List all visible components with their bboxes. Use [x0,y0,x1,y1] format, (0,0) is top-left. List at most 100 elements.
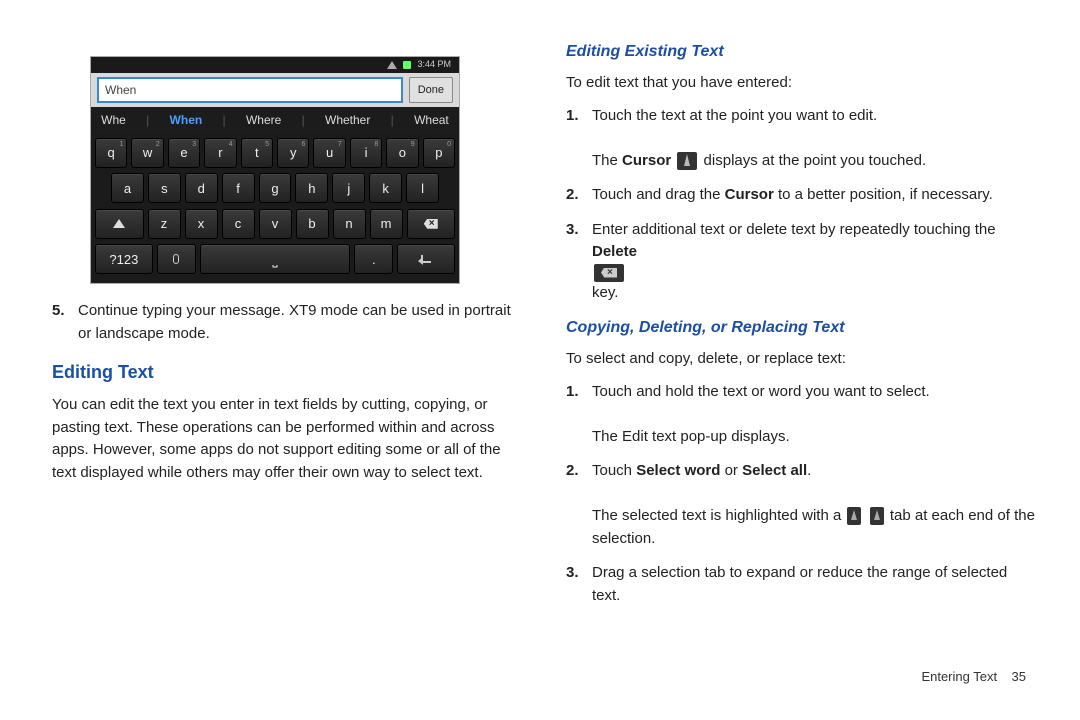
inline-text: Enter additional text or delete text by … [592,221,996,238]
inline-text: key. [592,284,618,301]
inline-text: The Edit text pop-up displays. [592,428,790,445]
key-u[interactable]: u7 [313,138,345,168]
list-item: 3. Enter additional text or delete text … [566,219,1038,305]
keyboard: q1w2e3r4t5y6u7i8o9p0 asdfghjkl zxcvbnm ?… [91,133,459,283]
key-z[interactable]: z [148,209,181,239]
mic-key[interactable] [157,244,196,274]
input-row: When Done [91,73,459,107]
mic-icon [173,254,179,264]
key-h[interactable]: h [295,173,328,203]
key-s[interactable]: s [148,173,181,203]
shift-key[interactable] [95,209,144,239]
key-c[interactable]: c [222,209,255,239]
list-item: 2. Touch and drag the Cursor to a better… [566,184,1038,207]
subsection-intro: To select and copy, delete, or replace t… [566,348,1038,371]
suggestion-separator: | [146,111,149,129]
return-key[interactable] [397,244,455,274]
subsection-heading: Editing Existing Text [566,40,1038,64]
suggestion-item[interactable]: Whe [101,111,126,129]
step-number: 1. [566,105,592,173]
battery-icon [403,61,411,69]
key-m[interactable]: m [370,209,403,239]
symbols-key[interactable]: ?123 [95,244,153,274]
key-r[interactable]: r4 [204,138,236,168]
keyboard-row-4: ?123 ⎵. [95,244,455,274]
backspace-icon [424,219,438,229]
footer-section: Entering Text [921,669,997,684]
key-j[interactable]: j [332,173,365,203]
step-number: 1. [566,381,592,449]
key-q[interactable]: q1 [95,138,127,168]
backspace-key[interactable] [407,209,456,239]
key-p[interactable]: p0 [423,138,455,168]
step-number: 3. [566,219,592,305]
subsection-heading: Copying, Deleting, or Replacing Text [566,316,1038,340]
key-y[interactable]: y6 [277,138,309,168]
suggestion-separator: | [223,111,226,129]
key-x[interactable]: x [185,209,218,239]
step-number: 2. [566,184,592,207]
key-n[interactable]: n [333,209,366,239]
step-number: 3. [566,562,592,607]
period-key[interactable]: . [354,244,393,274]
bold-text: Cursor [622,152,671,169]
key-g[interactable]: g [259,173,292,203]
key-b[interactable]: b [296,209,329,239]
inline-text: or [720,462,742,479]
step-text: Touch the text at the point you want to … [592,107,877,124]
key-d[interactable]: d [185,173,218,203]
list-item: 5. Continue typing your message. XT9 mod… [52,300,524,345]
key-l[interactable]: l [406,173,439,203]
text-input-value: When [105,81,136,99]
inline-text: The selected text is highlighted with a [592,507,845,524]
done-button[interactable]: Done [409,77,453,104]
key-e[interactable]: e3 [168,138,200,168]
step-number: 2. [566,460,592,550]
bold-text: Select word [636,462,720,479]
inline-text: displays at the point you touched. [704,152,927,169]
key-k[interactable]: k [369,173,402,203]
suggestion-item[interactable]: Where [246,111,281,129]
suggestion-item[interactable]: Wheat [414,111,449,129]
inline-text: . [807,462,811,479]
step-text: Drag a selection tab to expand or reduce… [592,562,1038,607]
section-paragraph: You can edit the text you enter in text … [52,394,524,484]
key-f[interactable]: f [222,173,255,203]
text-input[interactable]: When [97,77,403,103]
inline-text: The [592,152,622,169]
status-bar: 3:44 PM [91,57,459,73]
list-item: 3. Drag a selection tab to expand or red… [566,562,1038,607]
key-t[interactable]: t5 [241,138,273,168]
suggestion-item[interactable]: Whether [325,111,370,129]
key-a[interactable]: a [111,173,144,203]
section-heading: Editing Text [52,359,524,386]
subsection-intro: To edit text that you have entered: [566,72,1038,95]
return-icon [421,255,431,263]
left-column: 3:44 PM When Done Whe | When | Where | Whether… [52,40,524,619]
list-item: 1. Touch the text at the point you want … [566,105,1038,173]
list-item: 2. Touch Select word or Select all. The … [566,460,1038,550]
delete-key-icon [594,264,624,282]
wifi-icon [387,61,397,69]
suggestion-separator: | [302,111,305,129]
inline-text: to a better position, if necessary. [774,186,993,203]
key-i[interactable]: i8 [350,138,382,168]
list-item: 1. Touch and hold the text or word you w… [566,381,1038,449]
step-text: Touch and hold the text or word you want… [592,383,930,400]
status-time: 3:44 PM [417,58,451,72]
right-column: Editing Existing Text To edit text that … [566,40,1038,619]
keyboard-row-1: q1w2e3r4t5y6u7i8o9p0 [95,138,455,168]
phone-screenshot: 3:44 PM When Done Whe | When | Where | Whether… [90,56,460,284]
key-o[interactable]: o9 [386,138,418,168]
bold-text: Cursor [725,186,774,203]
selection-tab-left-icon [847,507,861,525]
key-v[interactable]: v [259,209,292,239]
space-key[interactable]: ⎵ [200,244,350,274]
bold-text: Delete [592,243,637,260]
step-text: Continue typing your message. XT9 mode c… [78,300,524,345]
key-w[interactable]: w2 [131,138,163,168]
shift-icon [113,219,125,228]
inline-text: Touch [592,462,636,479]
step-number: 5. [52,300,78,345]
suggestion-item[interactable]: When [170,111,203,129]
